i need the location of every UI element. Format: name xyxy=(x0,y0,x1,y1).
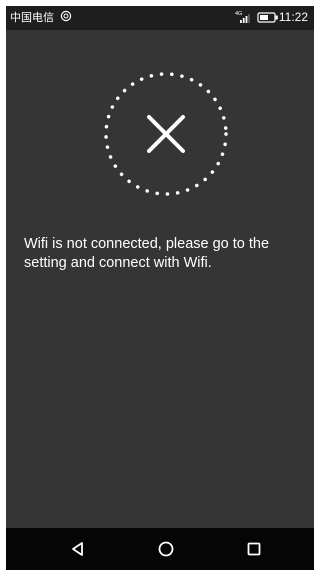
battery-icon xyxy=(257,12,278,23)
status-bar: 中国电信 4G 11:22 xyxy=(6,6,314,30)
carrier-label: 中国电信 xyxy=(10,12,54,24)
signal-icon: 4G xyxy=(235,11,250,23)
clock: 11:22 xyxy=(278,10,308,24)
close-icon xyxy=(147,115,185,153)
app-screen: 中国电信 4G 11:22 Wifi is not connected, ple… xyxy=(6,6,314,570)
wifi-error-graphic xyxy=(104,72,228,196)
wifi-error-message: Wifi is not connected, please go to the … xyxy=(24,236,270,271)
network-type-label: 4G xyxy=(235,11,242,17)
recents-icon[interactable] xyxy=(242,537,266,561)
home-icon[interactable] xyxy=(154,537,178,561)
main-content: Wifi is not connected, please go to the … xyxy=(6,30,314,530)
data-ring-icon xyxy=(60,10,72,22)
back-icon[interactable] xyxy=(66,537,90,561)
navigation-bar xyxy=(6,528,314,570)
